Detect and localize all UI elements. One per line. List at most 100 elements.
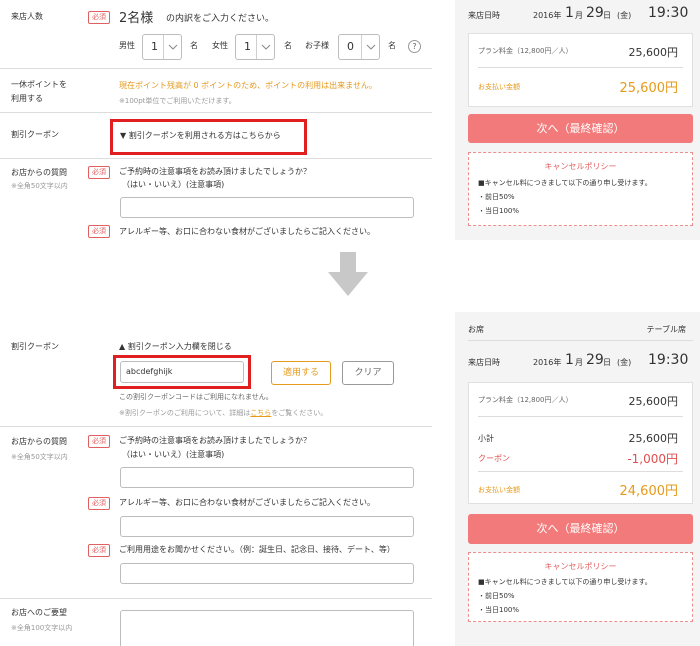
question-3-text: ご利用用途をお聞かせください。（例：誕生日、記念日、接待、デート、等） — [119, 545, 395, 554]
coupon-note-suffix: をご覧ください。 — [271, 409, 328, 417]
chevron-down-icon — [163, 35, 181, 59]
question-2-text: アレルギー等、お口に合わない食材がございましたらご記入ください。 — [119, 498, 375, 507]
date-day-unit: 日 — [603, 358, 611, 367]
date-year: 2016年 — [533, 11, 562, 20]
subtotal-label: 小計 — [478, 434, 494, 443]
coupon-close-toggle[interactable]: ▲ 割引クーポン入力欄を閉じる — [119, 341, 232, 352]
coupon-note-prefix: ※割引クーポンのご利用について、詳細は — [119, 409, 251, 417]
male-label: 男性 — [119, 41, 135, 50]
coupon-label: 割引クーポン — [11, 130, 59, 139]
help-icon[interactable]: ? — [408, 40, 421, 53]
payment-amount: 24,600円 — [619, 484, 679, 499]
date-time: 19:30 — [648, 5, 689, 21]
question-sublabel: ※全角50文字以内 — [11, 453, 68, 461]
top-form-panel: 来店人数 必須 2名様 の内訳をご入力ください。 男性 1 名 女性 1 名 お… — [0, 0, 440, 240]
date-weekday: (金) — [617, 11, 632, 20]
points-message: 現在ポイント残高が 0 ポイントのため、ポイントの利用は出来ません。 — [119, 81, 377, 90]
cancel-policy-title: キャンセルポリシー — [544, 162, 617, 171]
question-1-text: ご予約時の注意事項をお読み頂けましたでしょうか？ — [119, 436, 311, 445]
cancel-policy-line: ・前日50% — [478, 592, 515, 600]
seat-label: お席 — [468, 325, 484, 334]
coupon-input-highlight — [113, 355, 251, 389]
cancel-policy-box: キャンセルポリシー ■キャンセル料につきまして以下の通り申し受けます。 ・前日5… — [468, 152, 693, 226]
question-1-input[interactable] — [120, 197, 414, 218]
date-month-unit: 月 — [575, 11, 583, 20]
question-label: お店からの質問 — [11, 168, 67, 177]
male-count-select[interactable]: 1 — [142, 34, 182, 60]
clear-coupon-button[interactable]: クリア — [342, 361, 394, 385]
request-textarea[interactable] — [120, 610, 414, 646]
payment-label: お支払い金額 — [478, 486, 520, 494]
date-month-unit: 月 — [575, 358, 583, 367]
cancel-policy-title: キャンセルポリシー — [544, 562, 617, 571]
question-sublabel: ※全角50文字以内 — [11, 182, 68, 190]
cancel-policy-line: ・当日100% — [478, 606, 520, 614]
required-badge: 必須 — [88, 435, 110, 448]
date-label: 来店日時 — [468, 11, 500, 20]
question-1-subtext: （はい・いいえ）(注意事項) — [122, 180, 225, 189]
cancel-policy-line: ■キャンセル料につきまして以下の通り申し受けます。 — [478, 179, 652, 187]
question-1-input[interactable] — [120, 467, 414, 488]
subtotal-amount: 25,600円 — [628, 432, 679, 445]
divider — [0, 426, 432, 427]
required-badge: 必須 — [88, 11, 110, 24]
guest-breakdown-prompt: の内訳をご入力ください。 — [166, 14, 275, 24]
date-weekday: (金) — [617, 358, 632, 367]
coupon-discount-amount: -1,000円 — [627, 452, 678, 466]
divider — [478, 471, 683, 472]
request-label: お店へのご要望 — [11, 608, 67, 617]
coupon-details-link[interactable]: こちら — [250, 409, 271, 417]
child-count-value: 0 — [347, 40, 354, 53]
coupon-label: 割引クーポン — [11, 342, 59, 351]
question-3-input[interactable] — [120, 563, 414, 584]
coupon-discount-label: クーポン — [478, 454, 510, 463]
next-button[interactable]: 次へ（最終確認） — [468, 114, 693, 143]
apply-coupon-button[interactable]: 適用する — [271, 361, 331, 385]
female-count-select[interactable]: 1 — [235, 34, 275, 60]
required-badge: 必須 — [88, 544, 110, 557]
payment-amount: 25,600円 — [619, 81, 679, 96]
top-summary-panel: 来店日時 2016年 1 月 29 日 (金) 19:30 プラン料金（12,8… — [455, 0, 700, 240]
child-unit: 名 — [388, 41, 396, 50]
question-1-text: ご予約時の注意事項をお読み頂けましたでしょうか？ — [119, 167, 311, 176]
cancel-policy-line: ・前日50% — [478, 193, 515, 201]
male-count-value: 1 — [151, 40, 158, 53]
next-button[interactable]: 次へ（最終確認） — [468, 514, 693, 544]
date-day: 29 — [586, 352, 604, 368]
guest-count: 2名様 — [119, 11, 154, 26]
cancel-policy-box: キャンセルポリシー ■キャンセル料につきまして以下の通り申し受けます。 ・前日5… — [468, 552, 693, 622]
bottom-summary-panel: お席 テーブル席 来店日時 2016年 1 月 29 日 (金) 19:30 プ… — [455, 312, 700, 646]
chevron-down-icon — [361, 35, 379, 59]
points-label: 一休ポイントを 利用する — [11, 80, 67, 103]
question-2-input[interactable] — [120, 516, 414, 537]
child-label: お子様 — [305, 41, 329, 50]
female-count-value: 1 — [244, 40, 251, 53]
divider — [478, 416, 683, 417]
request-sublabel: ※全角100文字以内 — [11, 624, 73, 632]
bottom-form-panel: 割引クーポン ▲ 割引クーポン入力欄を閉じる abcdefghijk 適用する … — [0, 322, 440, 646]
date-month: 1 — [565, 352, 574, 368]
chevron-down-icon — [256, 35, 274, 59]
divider — [0, 158, 432, 159]
date-year: 2016年 — [533, 358, 562, 367]
seat-value: テーブル席 — [646, 325, 686, 334]
guests-label: 来店人数 — [11, 12, 43, 21]
coupon-error-message: この割引クーポンコードはご利用になれません。 — [119, 393, 273, 401]
question-2-text: アレルギー等、お口に合わない食材がございましたらご記入ください。 — [119, 227, 375, 236]
plan-price-amount: 25,600円 — [628, 395, 679, 408]
plan-price-label: プラン料金（12,800円／人） — [478, 47, 573, 55]
divider — [468, 340, 693, 341]
plan-price-label: プラン料金（12,800円／人） — [478, 396, 573, 404]
cancel-policy-line: ・当日100% — [478, 207, 520, 215]
date-month: 1 — [565, 5, 574, 21]
divider — [478, 67, 683, 68]
coupon-toggle-highlight — [110, 119, 307, 155]
date-day-unit: 日 — [603, 11, 611, 20]
date-time: 19:30 — [648, 352, 689, 368]
child-count-select[interactable]: 0 — [338, 34, 380, 60]
female-unit: 名 — [284, 41, 292, 50]
required-badge: 必須 — [88, 166, 110, 179]
required-badge: 必須 — [88, 497, 110, 510]
date-day: 29 — [586, 5, 604, 21]
female-label: 女性 — [212, 41, 228, 50]
